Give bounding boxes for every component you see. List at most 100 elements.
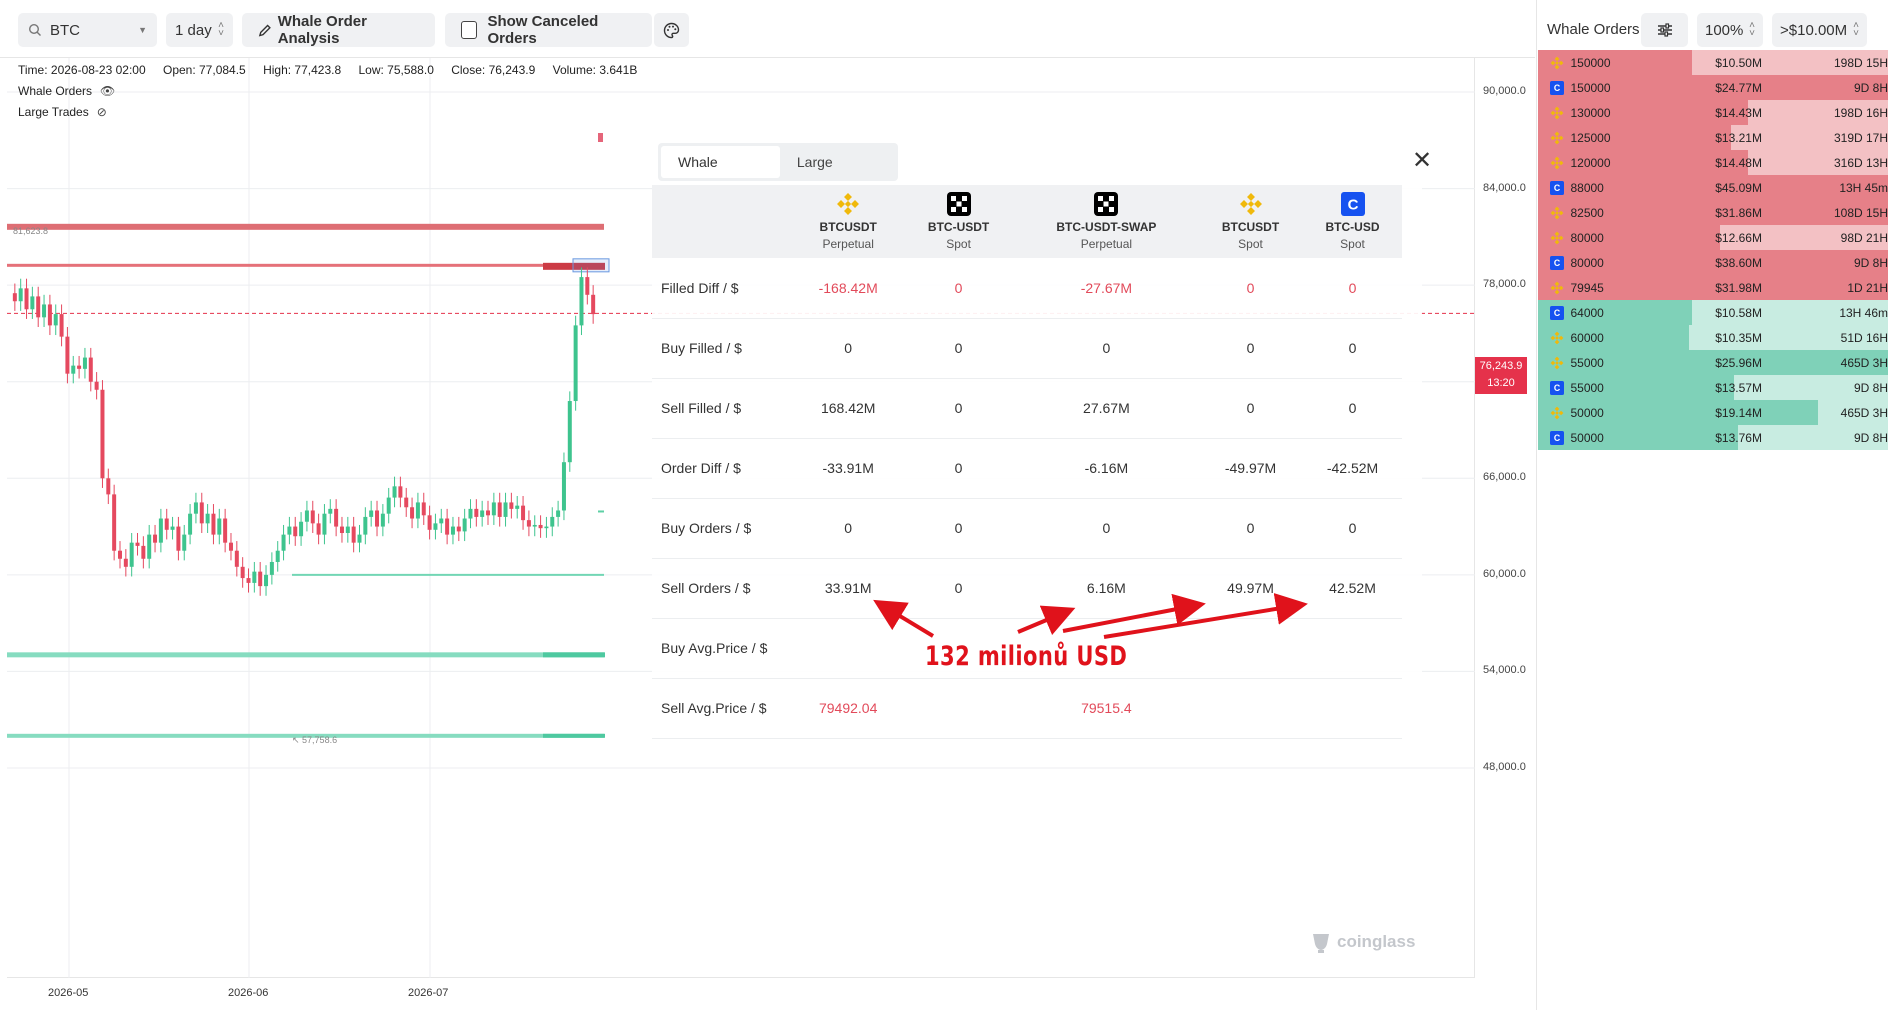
whale-order-row[interactable]: 79945 $31.98M 1D 21H — [1538, 275, 1888, 300]
table-cell: 0 — [1014, 318, 1198, 379]
interval-select[interactable]: 1 day ˄ ˅ — [166, 13, 233, 47]
candle-body — [322, 513, 327, 535]
show-canceled-orders-toggle[interactable]: Show Canceled Orders — [445, 13, 652, 47]
candle-body — [53, 314, 58, 326]
coinglass-watermark: coinglass — [1310, 930, 1415, 954]
candle-body — [123, 558, 128, 567]
candle-body — [240, 566, 245, 579]
close-icon[interactable]: ✕ — [1412, 149, 1432, 173]
checkbox-icon[interactable] — [461, 21, 478, 39]
eye-off-icon[interactable]: ⊘ — [97, 102, 107, 123]
candle-body — [30, 296, 35, 310]
whale-order-row[interactable]: C 55000 $13.57M 9D 8H — [1538, 375, 1888, 400]
whale-order-row[interactable]: C 64000 $10.58M 13H 46m — [1538, 300, 1888, 325]
whale-order-row[interactable]: C 88000 $45.09M 13H 45m — [1538, 175, 1888, 200]
order-amount: $38.60M — [1715, 255, 1762, 270]
candle-body — [106, 478, 111, 495]
whale-order-row[interactable]: 55000 $25.96M 465D 3H — [1538, 350, 1888, 375]
legend-large-trades-label: Large Trades — [18, 105, 89, 119]
order-amount: $13.76M — [1715, 430, 1762, 445]
whale-order-analysis-button[interactable]: Whale Order Analysis — [242, 13, 435, 47]
updown-chevron-icon: ˄ ˅ — [1749, 20, 1755, 39]
watermark-text: coinglass — [1337, 932, 1416, 951]
ohlc-high: High: 77,423.8 — [263, 63, 342, 77]
binance-icon — [1550, 405, 1564, 420]
order-age: 9D 8H — [1854, 80, 1889, 95]
whale-order-row[interactable]: 125000 $13.21M 319D 17H — [1538, 125, 1888, 150]
candle-body — [246, 578, 251, 583]
legend-whale-orders-label: Whale Orders — [18, 84, 93, 98]
whale-order-row[interactable]: 130000 $14.43M 198D 16H — [1538, 100, 1888, 125]
table-row: Sell Filled / $168.42M 0 27.67M 0 0 — [652, 378, 1402, 439]
whale-order-row[interactable]: 60000 $10.35M 51D 16H — [1538, 325, 1888, 350]
whale-order-row[interactable]: 120000 $14.48M 316D 13H — [1538, 150, 1888, 175]
candle-body — [532, 524, 537, 527]
order-price: 80000 — [1570, 255, 1604, 270]
candle-body — [269, 561, 274, 575]
tab-large-trades[interactable]: Large Trades — [780, 146, 895, 202]
whale-order-row[interactable]: 150000 $10.50M 198D 15H — [1538, 50, 1888, 75]
ohlc-time: Time: 2026-08-23 02:00 — [18, 63, 146, 77]
candle-body — [88, 357, 93, 382]
table-cell: 0 — [1303, 378, 1402, 439]
candle-body — [561, 462, 566, 511]
coinbase-icon: C — [1550, 380, 1565, 395]
candle-body — [369, 510, 374, 517]
min-order-value-select[interactable]: >$10.00M ˄ ˅ — [1772, 13, 1867, 47]
depth-zoom-select[interactable]: 100% ˄ ˅ — [1697, 13, 1763, 47]
tab-whale-orders[interactable]: Whale Orders — [661, 146, 780, 202]
order-price: 150000 — [1570, 55, 1611, 70]
binance-icon — [1550, 155, 1564, 170]
candle-body — [188, 513, 193, 535]
candle-body — [18, 288, 23, 302]
table-cell: 0 — [902, 498, 1015, 559]
table-cell: 6.16M — [1014, 558, 1198, 619]
candle-body — [497, 502, 502, 517]
candle-body — [521, 505, 526, 521]
table-cell: -33.91M — [794, 438, 903, 499]
order-age: 108D 15H — [1833, 205, 1889, 220]
order-price: 60000 — [1570, 330, 1604, 345]
whale-order-row[interactable]: C 150000 $24.77M 9D 8H — [1538, 75, 1888, 100]
exchange-column-header: BTC-USDT-SWAP Perpetual — [1014, 185, 1198, 258]
coinbase-icon: C — [1550, 180, 1565, 195]
order-amount: $14.48M — [1715, 155, 1762, 170]
price-axis[interactable]: 90,000.084,000.078,000.072,000.066,000.0… — [1475, 58, 1535, 978]
order-age: 316D 13H — [1833, 155, 1889, 170]
ohlc-low: Low: 75,588.0 — [358, 63, 434, 77]
table-cell — [794, 618, 903, 679]
order-age: 51D 16H — [1840, 330, 1889, 345]
order-age: 13H 46m — [1839, 305, 1889, 320]
whale-order-row[interactable]: 82500 $31.86M 108D 15H — [1538, 200, 1888, 225]
candle-body — [515, 505, 520, 509]
candle-body — [486, 510, 491, 516]
table-cell: 0 — [794, 318, 903, 379]
symbol-search-input[interactable]: BTC ▼ — [18, 13, 157, 47]
svg-text:C: C — [1554, 383, 1561, 393]
candle-body — [264, 574, 269, 587]
exchange-column-header: C BTC-USD Spot — [1303, 185, 1402, 258]
whale-order-row[interactable]: 50000 $19.14M 465D 3H — [1538, 400, 1888, 425]
candle-body — [77, 365, 82, 369]
buy-marker — [598, 510, 604, 513]
candle-body — [380, 513, 385, 527]
palette-button[interactable] — [654, 13, 689, 47]
candle-body — [170, 526, 175, 530]
exchange-market-type: Spot — [1238, 237, 1263, 251]
whale-order-row[interactable]: C 50000 $13.76M 9D 8H — [1538, 425, 1888, 450]
order-age: 9D 8H — [1854, 255, 1889, 270]
filter-settings-button[interactable] — [1641, 13, 1688, 47]
row-label: Order Diff / $ — [652, 438, 794, 499]
price-tick-label: 66,000.0 — [1483, 471, 1526, 484]
candle-body — [363, 516, 368, 535]
updown-chevron-icon: ˄ ˅ — [218, 20, 224, 39]
candle-body — [205, 513, 210, 524]
table-cell — [1303, 678, 1402, 739]
whale-order-row[interactable]: C 80000 $38.60M 9D 8H — [1538, 250, 1888, 275]
whale-order-row[interactable]: 80000 $12.66M 98D 21H — [1538, 225, 1888, 250]
table-row: Sell Avg.Price / $79492.04 79515.4 — [652, 678, 1402, 739]
order-price: 130000 — [1570, 105, 1611, 120]
candle-body — [158, 518, 163, 543]
eye-icon[interactable]: 👁 — [100, 81, 115, 102]
candle-body — [164, 518, 169, 530]
